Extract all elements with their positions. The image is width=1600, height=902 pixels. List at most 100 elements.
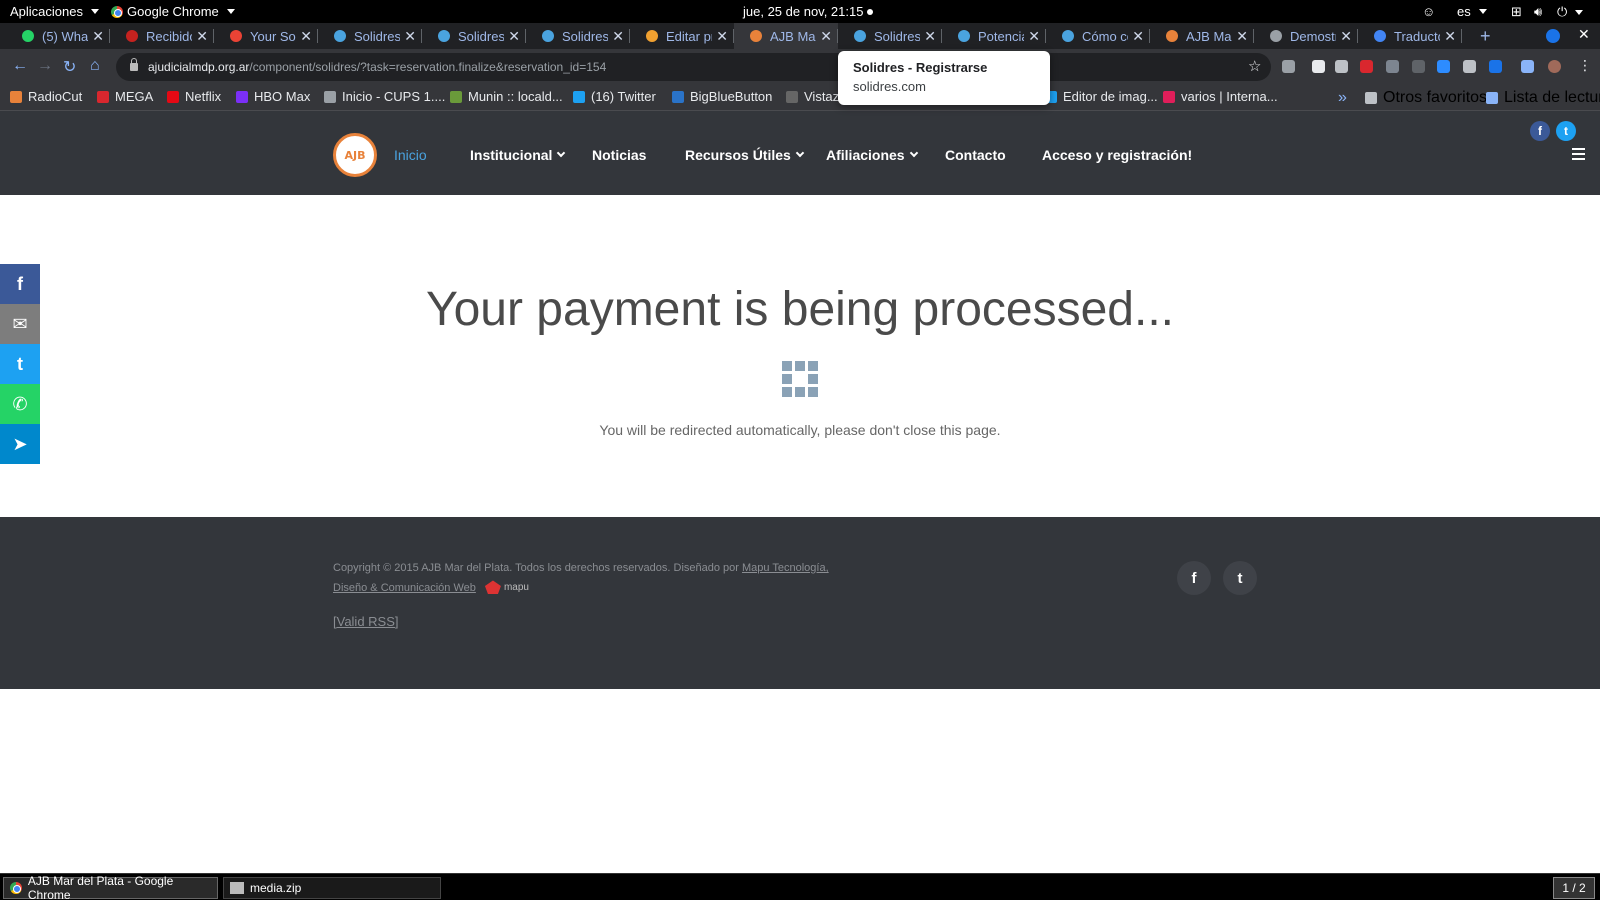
tab-favicon-icon — [1062, 30, 1074, 42]
printer-extension-icon[interactable] — [1463, 60, 1476, 73]
tab-close-icon[interactable]: ✕ — [196, 28, 208, 45]
browser-tab[interactable]: Your Solidres✕ — [214, 23, 318, 49]
camera-extension-icon[interactable] — [1335, 60, 1348, 73]
nav-inicio[interactable]: Inicio — [394, 147, 427, 163]
browser-tab[interactable]: Solidres ✕ — [838, 23, 942, 49]
nav-contacto[interactable]: Contacto — [945, 147, 1006, 163]
footer-twitter-icon[interactable]: t — [1223, 561, 1257, 595]
bookmark-item[interactable]: varios | Interna... — [1163, 89, 1278, 104]
browser-tab[interactable]: AJB Mar ✕ — [1150, 23, 1254, 49]
power-icon[interactable]: ⏻ — [1557, 4, 1584, 20]
bookmark-favicon-icon — [1163, 90, 1175, 103]
other-bookmarks[interactable]: Otros favoritos — [1365, 89, 1487, 107]
tab-hover-card: Solidres - Registrarse solidres.com — [838, 51, 1050, 105]
browser-tab[interactable]: Solidres ✕ — [422, 23, 526, 49]
profile-avatar[interactable] — [1548, 60, 1561, 73]
browser-tab[interactable]: Cómo co✕ — [1046, 23, 1150, 49]
clock[interactable]: jue, 25 de nov, 21:15 — [743, 4, 874, 19]
share-twitter-icon[interactable]: t — [0, 344, 40, 384]
apps-menu[interactable]: Aplicaciones — [10, 4, 99, 19]
tab-close-icon[interactable]: ✕ — [300, 28, 312, 45]
zoom-extension-icon[interactable] — [1437, 60, 1450, 73]
browser-tab[interactable]: Editar pr ✕ — [630, 23, 734, 49]
bookmark-item[interactable]: Vistaz — [786, 89, 839, 104]
browser-tab[interactable]: Solidres ✕ — [318, 23, 422, 49]
back-button[interactable]: ← — [12, 57, 28, 75]
share-whatsapp-icon[interactable]: ✆ — [0, 384, 40, 424]
nav-recursos-utiles[interactable]: Recursos Útiles — [685, 147, 805, 163]
code-extension-icon[interactable] — [1386, 60, 1399, 73]
valid-rss-link[interactable]: [Valid RSS] — [333, 614, 399, 629]
language-menu[interactable]: es — [1457, 4, 1487, 19]
tab-close-icon[interactable]: ✕ — [1340, 28, 1352, 45]
tab-favicon-icon — [854, 30, 866, 42]
bookmark-item[interactable]: (16) Twitter — [573, 89, 656, 104]
reload-button[interactable]: ↻ — [63, 57, 76, 77]
hamburger-menu-icon[interactable] — [1572, 148, 1585, 163]
bookmark-item[interactable]: MEGA — [97, 89, 153, 104]
mapu-logo[interactable]: mapu — [484, 578, 529, 598]
bookmark-favicon-icon — [10, 90, 22, 103]
nav-afiliaciones[interactable]: Afiliaciones — [826, 147, 918, 163]
browser-tab[interactable]: Recibidos✕ — [110, 23, 214, 49]
accessibility-icon[interactable]: ☺ — [1422, 4, 1435, 19]
extension-icon[interactable] — [1312, 60, 1325, 73]
mega-extension-icon[interactable] — [1360, 60, 1373, 73]
reading-list[interactable]: Lista de lectura — [1486, 89, 1600, 107]
chevron-down-icon — [557, 148, 566, 158]
new-tab-button[interactable]: + — [1480, 26, 1491, 47]
header-twitter-icon[interactable]: t — [1556, 121, 1576, 141]
taskbar-item-media-zip[interactable]: media.zip — [223, 877, 441, 899]
tab-close-icon[interactable]: ✕ — [1444, 28, 1456, 45]
footer-facebook-icon[interactable]: f — [1177, 561, 1211, 595]
bookmark-item[interactable]: BigBlueButton — [672, 89, 772, 104]
home-button[interactable]: ⌂ — [90, 57, 100, 75]
bookmark-item[interactable]: Inicio - CUPS 1.... — [324, 89, 445, 104]
extension-icon[interactable] — [1282, 60, 1295, 73]
nav-acceso-registracion[interactable]: Acceso y registración! — [1042, 147, 1192, 163]
bookmark-item[interactable]: Netflix — [167, 89, 221, 104]
browser-tab[interactable]: (5) WhatsApp✕ — [6, 23, 110, 49]
bookmark-label: MEGA — [115, 89, 154, 104]
more-bookmarks-icon[interactable]: » — [1338, 89, 1347, 107]
browser-menu[interactable]: Google Chrome — [111, 4, 235, 19]
pen-extension-icon[interactable] — [1489, 60, 1502, 73]
browser-tab[interactable]: Traducto ✕ — [1358, 23, 1462, 49]
tab-search-icon[interactable] — [1546, 29, 1560, 43]
tab-close-icon[interactable]: ✕ — [404, 28, 416, 45]
bookmark-star-icon[interactable]: ☆ — [1248, 57, 1261, 75]
tab-close-icon[interactable]: ✕ — [924, 28, 936, 45]
volume-icon[interactable]: 🔊︎ — [1534, 4, 1542, 20]
extension-icon[interactable] — [1412, 60, 1425, 73]
bookmark-item[interactable]: Munin :: locald... — [450, 89, 563, 104]
bookmark-item[interactable]: RadioCut — [10, 89, 82, 104]
bookmark-item[interactable]: HBO Max — [236, 89, 310, 104]
tab-close-icon[interactable]: ✕ — [1132, 28, 1144, 45]
tab-favicon-icon — [22, 30, 34, 42]
taskbar-item-chrome[interactable]: AJB Mar del Plata - Google Chrome — [3, 874, 218, 902]
bookmark-favicon-icon — [786, 90, 798, 103]
network-icon[interactable]: ⊞ — [1511, 4, 1522, 20]
workspace-pager[interactable]: 1 / 2 — [1553, 877, 1595, 899]
tab-close-icon[interactable]: ✕ — [716, 28, 728, 45]
puzzle-extensions-icon[interactable] — [1521, 60, 1534, 73]
address-bar[interactable]: ajudicialmdp.org.ar/component/solidres/?… — [116, 53, 1271, 81]
header-facebook-icon[interactable]: f — [1530, 121, 1550, 141]
browser-tab[interactable]: Solidres ✕ — [526, 23, 630, 49]
tab-close-icon[interactable]: ✕ — [508, 28, 520, 45]
nav-institucional[interactable]: Institucional — [470, 147, 566, 163]
browser-tab[interactable]: Potencial✕ — [942, 23, 1046, 49]
tab-close-icon[interactable]: ✕ — [820, 28, 832, 45]
more-menu-icon[interactable]: ⋮ — [1578, 57, 1592, 74]
site-logo[interactable]: AJB — [333, 133, 377, 177]
tab-close-icon[interactable]: ✕ — [1028, 28, 1040, 45]
bookmark-item[interactable]: Editor de imag... — [1045, 89, 1158, 104]
tab-close-icon[interactable]: ✕ — [1236, 28, 1248, 45]
nav-noticias[interactable]: Noticias — [592, 147, 646, 163]
browser-tab[interactable]: Demostr ✕ — [1254, 23, 1358, 49]
forward-button[interactable]: → — [37, 57, 53, 75]
tab-close-icon[interactable]: ✕ — [92, 28, 104, 45]
tab-close-icon[interactable]: ✕ — [612, 28, 624, 45]
close-window-icon[interactable]: ✕ — [1578, 26, 1590, 43]
browser-tab[interactable]: AJB Mar ✕ — [734, 23, 838, 49]
